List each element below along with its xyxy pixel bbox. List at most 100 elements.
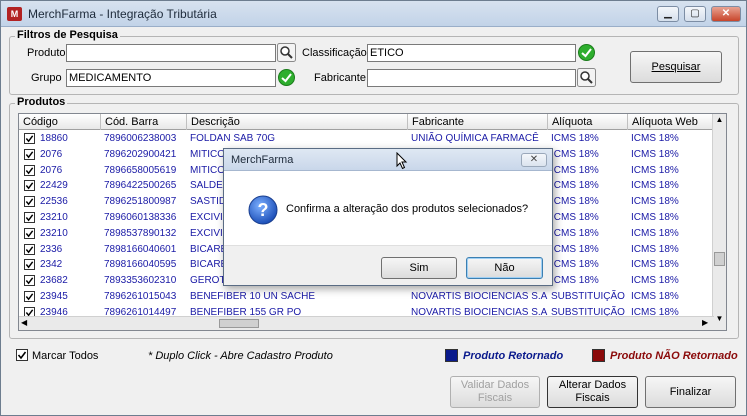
fabricante-input[interactable] [367, 69, 576, 87]
alter-fiscal-line1: Alterar Dados [558, 379, 627, 391]
close-icon[interactable]: ✕ [711, 6, 741, 22]
fabricante-label: Fabricante [314, 72, 366, 84]
legend-returned-swatch [445, 349, 458, 362]
yes-button[interactable]: Sim [381, 257, 457, 279]
cell-aliquota: SUBSTITUIÇÃO [551, 291, 625, 302]
legend-not-returned-label: Produto NÃO Retornado [610, 350, 738, 362]
validate-fiscal-line2: Fiscais [477, 392, 513, 404]
cell-aliquota-web: ICMS 18% [631, 259, 679, 271]
app-icon: M [7, 7, 22, 21]
produto-input[interactable] [66, 44, 276, 62]
cell-codigo: 22429 [40, 180, 68, 192]
row-checkbox[interactable] [24, 196, 35, 208]
checkmark-icon [25, 135, 34, 143]
dialog-close-icon[interactable]: ✕ [521, 153, 547, 167]
hscroll-thumb[interactable] [219, 319, 259, 328]
row-checkbox[interactable] [24, 275, 35, 287]
scroll-thumb[interactable] [714, 252, 725, 266]
dialog-title: MerchFarma [231, 154, 294, 166]
row-checkbox[interactable] [24, 180, 35, 192]
no-button[interactable]: Não [466, 257, 543, 279]
cell-barra: 7893353602310 [104, 275, 177, 287]
mouse-cursor-icon [396, 152, 408, 170]
row-checkbox[interactable] [24, 148, 35, 160]
question-icon: ? [248, 195, 278, 225]
mark-all-checkbox[interactable] [16, 349, 28, 361]
cell-barra: 7896261015043 [104, 291, 177, 302]
row-checkbox[interactable] [24, 212, 35, 223]
scroll-up-icon[interactable]: ▲ [714, 115, 725, 127]
row-checkbox[interactable] [24, 164, 35, 176]
scroll-down-icon[interactable]: ▼ [714, 314, 725, 326]
svg-text:?: ? [258, 200, 269, 220]
cell-barra: 7898166040595 [104, 259, 177, 271]
row-checkbox[interactable] [24, 133, 35, 144]
checkmark-icon [25, 245, 34, 253]
cell-aliquota: ICMS 18% [551, 180, 599, 192]
cell-descricao: BENEFIBER 10 UN SACHE [190, 291, 316, 302]
cell-aliquota-web: ICMS 18% [631, 291, 679, 302]
cell-aliquota-web: ICMS 18% [631, 243, 679, 255]
confirm-dialog: MerchFarma ✕ ? Confirma a alteração dos … [223, 148, 553, 286]
column-header-description[interactable]: Descrição [187, 114, 408, 130]
grupo-label: Grupo [31, 72, 62, 84]
column-header-aliquota[interactable]: Alíquota [548, 114, 628, 130]
products-title: Produtos [15, 96, 68, 108]
dialog-message: Confirma a alteração dos produtos seleci… [286, 203, 529, 215]
column-header-aliquota-web[interactable]: Alíquota Web [628, 114, 714, 130]
cell-aliquota-web: ICMS 18% [631, 133, 679, 144]
grupo-input[interactable]: MEDICAMENTO [66, 69, 276, 87]
scroll-right-icon[interactable]: ▶ [702, 318, 708, 327]
cell-codigo: 23210 [40, 212, 68, 223]
horizontal-scrollbar[interactable]: ◀ ▶ [19, 316, 714, 330]
cell-codigo: 18860 [40, 133, 68, 144]
classificacao-input[interactable]: ETICO [367, 44, 576, 62]
table-row[interactable]: 23945 7896261015043 BENEFIBER 10 UN SACHE N… [19, 290, 714, 306]
produto-label: Produto [27, 47, 66, 59]
search-button[interactable]: Pesquisar [630, 51, 722, 83]
cell-aliquota: ICMS 18% [551, 148, 599, 160]
mark-all-label[interactable]: Marcar Todos [32, 350, 98, 362]
row-checkbox[interactable] [24, 259, 35, 271]
cell-aliquota: ICMS 18% [551, 275, 599, 287]
scroll-left-icon[interactable]: ◀ [21, 318, 27, 327]
finalize-button[interactable]: Finalizar [645, 376, 736, 408]
dialog-footer: Sim Não [224, 245, 552, 285]
alter-fiscal-line2: Fiscais [575, 392, 610, 404]
checkmark-icon [25, 293, 34, 301]
cell-barra: 7896658005619 [104, 164, 177, 176]
row-checkbox[interactable] [24, 227, 35, 239]
table-row[interactable]: 18860 7896006238003 FOLDAN SAB 70G UNIÃO QU… [19, 132, 714, 148]
valid-check-icon[interactable] [277, 68, 296, 87]
alter-fiscal-button[interactable]: Alterar Dados Fiscais [547, 376, 638, 408]
column-header-barcode[interactable]: Cód. Barra [101, 114, 187, 130]
checkmark-icon [25, 182, 34, 190]
row-checkbox[interactable] [24, 243, 35, 255]
column-header-codigo[interactable]: Código [19, 114, 101, 130]
maximize-icon[interactable]: ▢ [684, 6, 706, 22]
checkmark-icon [25, 277, 34, 285]
dialog-title-bar: MerchFarma ✕ [224, 149, 552, 171]
double-click-hint: * Duplo Click - Abre Cadastro Produto [148, 350, 333, 362]
cell-aliquota-web: ICMS 18% [631, 148, 679, 160]
cell-barra: 7896060138336 [104, 212, 177, 223]
cell-aliquota: ICMS 18% [551, 212, 599, 223]
checkmark-icon [25, 198, 34, 206]
checkmark-icon [25, 166, 34, 174]
cell-fabricante: NOVARTIS BIOCIENCIAS S.A [411, 291, 548, 302]
column-header-manufacturer[interactable]: Fabricante [408, 114, 548, 130]
valid-check-icon[interactable] [577, 43, 596, 62]
cell-barra: 7896422500265 [104, 180, 177, 192]
cell-barra: 7898537890132 [104, 227, 177, 239]
search-lookup-icon[interactable] [577, 68, 596, 87]
minimize-icon[interactable]: ▁ [657, 6, 679, 22]
cell-aliquota-web: ICMS 18% [631, 275, 679, 287]
cell-codigo: 2342 [40, 259, 63, 271]
vertical-scrollbar[interactable]: ▲ ▼ [712, 114, 726, 330]
cell-codigo: 22536 [40, 196, 68, 208]
legend-not-returned-swatch [592, 349, 605, 362]
cell-barra: 7896006238003 [104, 133, 177, 144]
dialog-body: ? Confirma a alteração dos produtos sele… [224, 171, 552, 245]
row-checkbox[interactable] [24, 291, 35, 302]
search-lookup-icon[interactable] [277, 43, 296, 62]
